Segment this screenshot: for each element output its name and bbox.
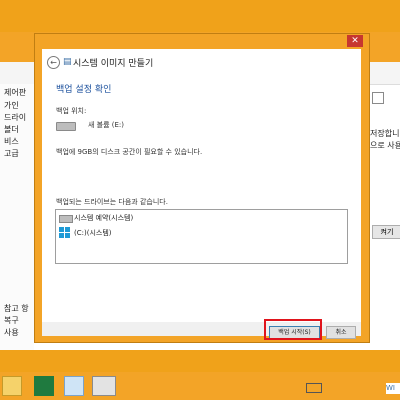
background-right-line: 으로 사용: [370, 141, 400, 150]
background-left-line[interactable]: 드라이: [4, 112, 26, 123]
background-left-line[interactable]: 비스: [4, 136, 19, 147]
dialog-body: ← ▤ 시스템 이미지 만들기 백업 설정 확인 백업 위치: 새 볼륨 (E:…: [42, 49, 361, 339]
background-left-line[interactable]: 고급: [4, 148, 19, 159]
keyboard-icon[interactable]: [306, 383, 322, 393]
language-indicator[interactable]: WI: [386, 383, 400, 394]
taskbar: WI: [0, 372, 400, 400]
background-button[interactable]: 켜기: [372, 225, 400, 239]
control-panel-icon[interactable]: [64, 376, 84, 396]
list-item-label: 시스템 예약(시스템): [74, 214, 134, 222]
backup-location-label: 백업 위치:: [56, 107, 87, 115]
system-image-icon: ▤: [63, 57, 72, 67]
drive-icon: [56, 122, 76, 131]
backup-app-icon[interactable]: [92, 376, 116, 396]
list-item-label: (C:)(시스템): [74, 229, 112, 237]
background-bottom-line[interactable]: 복구: [4, 315, 19, 326]
create-system-image-dialog: ✕ ← ▤ 시스템 이미지 만들기 백업 설정 확인 백업 위치: 새 볼륨 (…: [34, 33, 370, 343]
highlight-box: [264, 319, 322, 340]
drive-list[interactable]: 시스템 예약(시스템) (C:)(시스템): [55, 209, 348, 264]
file-explorer-icon[interactable]: [2, 376, 22, 396]
background-right-line: 저장합니다.: [370, 129, 400, 138]
back-arrow-icon[interactable]: ←: [47, 56, 60, 69]
background-left-line[interactable]: 볼더: [4, 124, 19, 135]
windows-drive-icon: [59, 227, 71, 239]
store-icon[interactable]: [34, 376, 54, 396]
drive-icon: [59, 215, 73, 223]
cancel-button[interactable]: 취소: [326, 326, 356, 339]
background-left-line[interactable]: 가인: [4, 100, 19, 111]
background-left-line[interactable]: 제어판: [4, 87, 26, 98]
drive-list-label: 백업되는 드라이브는 다음과 같습니다.: [56, 198, 168, 206]
close-button[interactable]: ✕: [347, 35, 363, 47]
background-bottom-line[interactable]: 사용: [4, 327, 19, 338]
space-notice: 백업에 9GB의 디스크 공간이 필요할 수 있습니다.: [56, 148, 203, 156]
page-heading: 백업 설정 확인: [56, 85, 112, 95]
background-checkbox[interactable]: [372, 92, 384, 104]
background-bottom-line: 참고 항: [4, 304, 29, 313]
drive-name: 새 볼륨 (E:): [88, 121, 125, 129]
dialog-title: 시스템 이미지 만들기: [73, 59, 154, 69]
